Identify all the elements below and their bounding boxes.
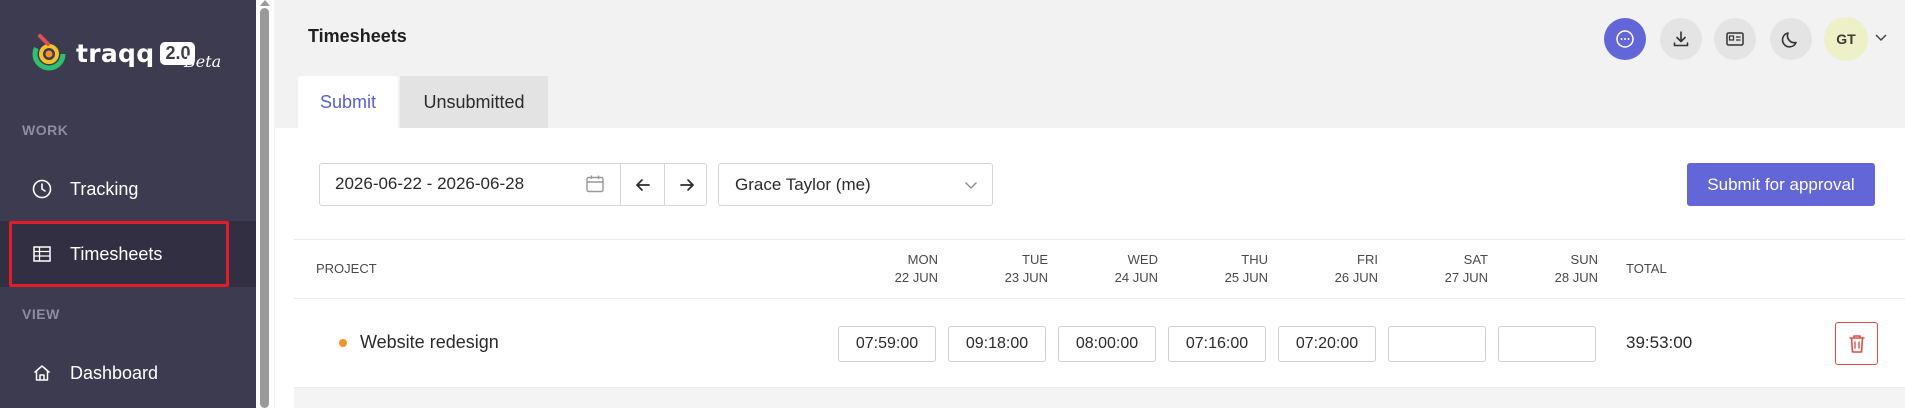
day-date: 28 JUN [1554,270,1598,285]
page-title: Timesheets [308,26,407,46]
trash-icon [1849,334,1864,353]
submit-for-approval-button[interactable]: Submit for approval [1687,163,1875,206]
column-header-total: TOTAL [1626,261,1667,276]
sidebar-section-view: VIEW [22,306,60,322]
column-header-thu: THU 25 JUN [1168,251,1268,287]
calendar-icon[interactable] [584,173,606,200]
delete-row-button[interactable] [1835,322,1878,365]
time-input-sun[interactable] [1498,326,1596,362]
user-select[interactable]: Grace Taylor (me) [718,163,993,206]
day-name: WED [1127,252,1158,267]
tab-submit[interactable]: Submit [298,76,398,128]
sidebar-item-dashboard[interactable]: Dashboard [0,340,256,406]
tab-unsubmitted[interactable]: Unsubmitted [400,76,548,128]
chevron-down-icon [964,178,978,197]
previous-week-button[interactable] [621,163,664,206]
time-input-fri[interactable]: 07:20:00 [1278,326,1376,362]
logo[interactable]: traqq 2.0 Beta [32,30,221,76]
chat-icon [1616,30,1634,48]
column-header-sat: SAT 27 JUN [1388,251,1488,287]
id-card-icon [1726,32,1744,46]
table-next-row-area [294,388,1905,408]
sidebar-scrollbar-thumb[interactable] [260,8,269,408]
next-week-button[interactable] [665,163,708,206]
divider [294,298,1905,299]
column-header-mon: MON 22 JUN [838,251,938,287]
logo-beta-tag: Beta [184,52,222,71]
time-input-sat[interactable] [1388,326,1486,362]
day-name: FRI [1357,252,1378,267]
day-date: 22 JUN [894,270,938,285]
sidebar-item-label: Dashboard [70,362,159,383]
column-header-wed: WED 24 JUN [1058,251,1158,287]
id-card-button[interactable] [1714,18,1756,60]
divider [294,239,1905,240]
user-select-value: Grace Taylor (me) [735,175,871,194]
day-name: SUN [1570,252,1598,267]
day-name: THU [1241,252,1268,267]
project-name: Website redesign [360,332,499,352]
sidebar-item-tracking[interactable]: Tracking [0,156,256,222]
chevron-down-icon[interactable] [1874,30,1888,49]
day-name: SAT [1463,252,1488,267]
download-button[interactable] [1660,18,1702,60]
selection-highlight [9,221,229,287]
arrow-right-icon [679,178,694,191]
moon-icon [1781,32,1797,48]
day-name: MON [907,252,938,267]
day-date: 23 JUN [1004,270,1048,285]
arrow-left-icon [635,178,650,191]
column-header-project: PROJECT [316,261,377,276]
time-input-mon[interactable]: 07:59:00 [838,326,936,362]
sidebar-item-label: Tracking [70,178,139,199]
chat-button[interactable] [1604,18,1646,60]
traqq-logo-icon [32,34,66,71]
sidebar: traqq 2.0 Beta WORK Tracking Timesheets … [0,0,256,408]
download-icon [1673,31,1689,47]
column-header-tue: TUE 23 JUN [948,251,1048,287]
day-date: 27 JUN [1444,270,1488,285]
day-date: 24 JUN [1114,270,1158,285]
logo-wordmark: traqq [76,38,155,68]
time-input-thu[interactable]: 07:16:00 [1168,326,1266,362]
column-header-sun: SUN 28 JUN [1498,251,1598,287]
clock-icon [32,179,52,199]
time-input-tue[interactable]: 09:18:00 [948,326,1046,362]
avatar[interactable]: GT [1824,17,1868,61]
row-total: 39:53:00 [1626,333,1693,352]
home-icon [32,363,52,383]
day-date: 26 JUN [1334,270,1378,285]
column-header-fri: FRI 26 JUN [1278,251,1378,287]
project-color-dot [339,339,347,347]
time-input-wed[interactable]: 08:00:00 [1058,326,1156,362]
dark-mode-toggle[interactable] [1770,18,1812,60]
date-range-value: 2026-06-22 - 2026-06-28 [335,174,525,193]
sidebar-section-work: WORK [22,122,69,138]
day-date: 25 JUN [1224,270,1268,285]
day-name: TUE [1022,252,1048,267]
